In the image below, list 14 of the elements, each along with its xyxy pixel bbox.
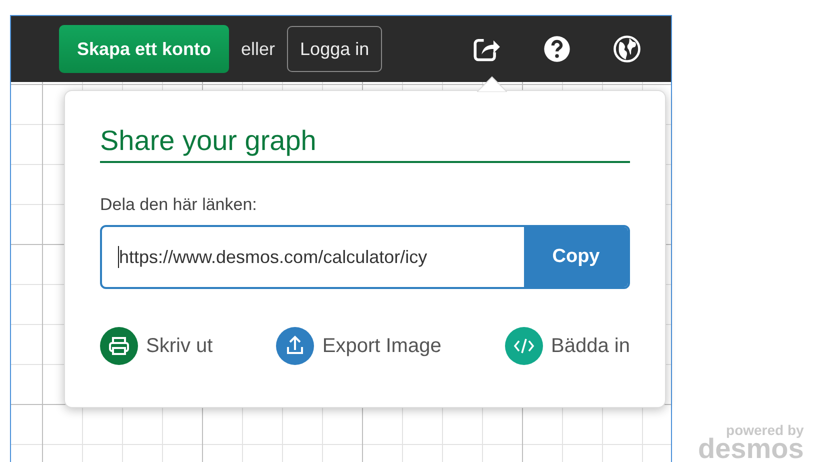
action-link[interactable]: Export Image bbox=[322, 334, 442, 358]
or-text: eller bbox=[241, 38, 276, 60]
signup-button[interactable]: Skapa ett konto bbox=[59, 25, 230, 73]
globe-icon[interactable] bbox=[613, 35, 641, 63]
login-button[interactable]: Logga in bbox=[287, 26, 382, 72]
printer-icon[interactable] bbox=[100, 327, 138, 365]
upload-icon[interactable] bbox=[276, 327, 314, 365]
share-icon[interactable] bbox=[473, 36, 501, 62]
action-link[interactable]: Skriv ut bbox=[146, 334, 213, 358]
code-icon[interactable] bbox=[505, 327, 544, 365]
panel-title: Share your graph bbox=[100, 125, 630, 163]
action-link[interactable]: Bädda in bbox=[551, 334, 630, 358]
help-icon[interactable] bbox=[543, 35, 571, 63]
link-label: Dela den här länken: bbox=[100, 195, 258, 215]
